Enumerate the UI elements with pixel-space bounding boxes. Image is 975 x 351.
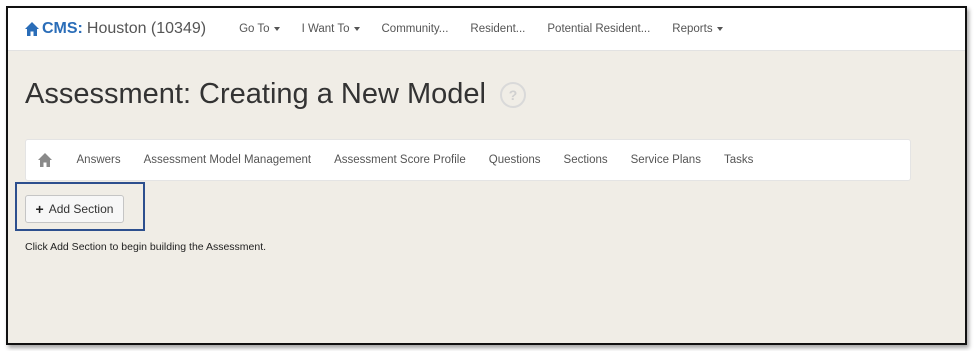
menu-go-to[interactable]: Go To: [228, 23, 290, 35]
menu-community[interactable]: Community...: [371, 23, 460, 35]
top-navbar: CMS: Houston (10349) Go To I Want To Com…: [8, 8, 965, 51]
plus-icon: +: [35, 201, 44, 217]
subnav-service-plans[interactable]: Service Plans: [619, 154, 712, 166]
add-section-label: Add Section: [48, 202, 114, 216]
instruction-text: Click Add Section to begin building the …: [25, 241, 267, 253]
menu-resident[interactable]: Resident...: [459, 23, 536, 35]
brand-name: CMS:: [42, 20, 83, 37]
help-icon[interactable]: ?: [499, 81, 526, 108]
menu-go-to-label: Go To: [239, 23, 270, 35]
caret-down-icon: [273, 27, 280, 31]
brand[interactable]: CMS: Houston (10349): [24, 8, 206, 50]
menu-community-label: Community...: [381, 23, 449, 35]
app-window: CMS: Houston (10349) Go To I Want To Com…: [6, 6, 967, 345]
subnav-assessment-score-profile[interactable]: Assessment Score Profile: [323, 154, 478, 166]
caret-down-icon: [716, 27, 723, 31]
subnav-answers[interactable]: Answers: [65, 154, 132, 166]
menu-potential-resident-label: Potential Resident...: [547, 23, 651, 35]
add-section-button[interactable]: + Add Section: [25, 195, 124, 223]
subnav-sections[interactable]: Sections: [552, 154, 619, 166]
menu-reports-label: Reports: [672, 23, 713, 35]
subnav-assessment-model-management[interactable]: Assessment Model Management: [132, 154, 322, 166]
page-title: Assessment: Creating a New Model: [25, 78, 486, 110]
community-location: Houston (10349): [86, 20, 207, 37]
assessment-subnav: Answers Assessment Model Management Asse…: [25, 139, 911, 181]
title-row: Assessment: Creating a New Model ?: [25, 78, 526, 111]
menu-resident-label: Resident...: [470, 23, 526, 35]
menu-potential-resident[interactable]: Potential Resident...: [536, 23, 661, 35]
menu-i-want-to-label: I Want To: [301, 23, 350, 35]
menu-reports[interactable]: Reports: [661, 23, 733, 35]
home-icon: [25, 22, 39, 36]
caret-down-icon: [353, 27, 360, 31]
menu-i-want-to[interactable]: I Want To: [291, 23, 371, 35]
subnav-tasks[interactable]: Tasks: [712, 154, 764, 166]
home-icon[interactable]: [37, 152, 53, 168]
subnav-questions[interactable]: Questions: [477, 154, 552, 166]
main-menu: Go To I Want To Community... Resident...…: [228, 23, 734, 35]
